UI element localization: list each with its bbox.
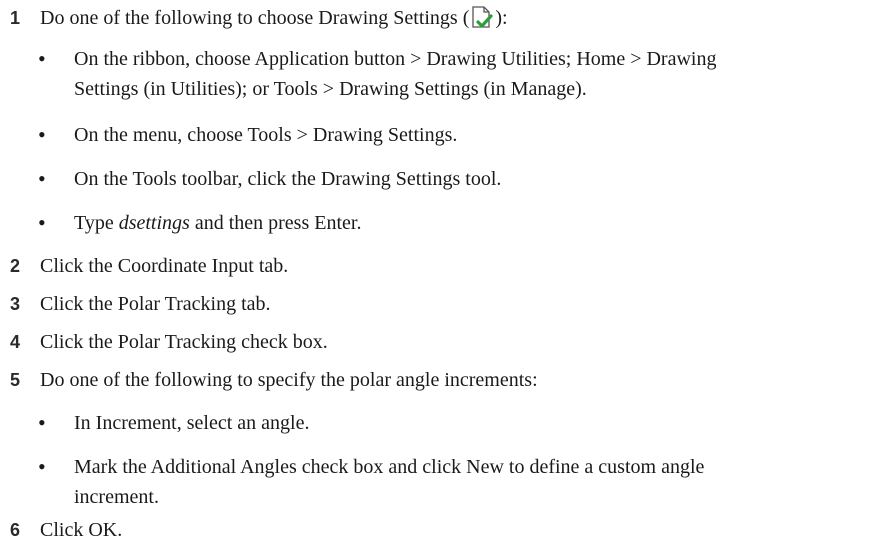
bullet-line: increment. — [74, 486, 159, 508]
bullet-dot: • — [38, 454, 46, 479]
step-text: Click the Polar Tracking check box. — [40, 331, 328, 353]
bullet-text: Mark the Additional Angles check box and… — [74, 452, 874, 512]
step-number: 4 — [10, 332, 21, 352]
bullet-line: On the ribbon, choose Application button… — [74, 48, 717, 70]
bullet-dot: • — [38, 46, 46, 71]
step-text: Do one of the following to specify the p… — [40, 369, 538, 391]
bullet-line: On the Tools toolbar, click the Drawing … — [74, 168, 502, 190]
bullet-text: On the Tools toolbar, click the Drawing … — [74, 164, 874, 194]
step-text: Do one of the following to choose Drawin… — [40, 2, 508, 34]
bullet-dot: • — [38, 166, 46, 191]
step-text: Click the Coordinate Input tab. — [40, 255, 289, 277]
step-number: 1 — [10, 8, 21, 28]
bullet-line: Mark the Additional Angles check box and… — [74, 456, 705, 478]
command-name: dsettings — [118, 212, 190, 234]
step-number: 2 — [10, 256, 21, 276]
bullet-line: Type dsettings and then press Enter. — [74, 208, 874, 238]
bullet-prefix: Type — [74, 212, 119, 234]
bullet-dot: • — [38, 210, 46, 235]
step-text-after-icon: ): — [495, 7, 508, 29]
bullet-text: In Increment, select an angle. — [74, 408, 874, 438]
step-text: Click the Polar Tracking tab. — [40, 293, 271, 315]
bullet-suffix: and then press Enter. — [189, 212, 362, 234]
drawing-settings-icon — [470, 5, 494, 31]
step-number: 6 — [10, 520, 21, 540]
instruction-document: 1 Do one of the following to choose Draw… — [0, 0, 886, 552]
bullet-dot: • — [38, 122, 46, 147]
bullet-dot: • — [38, 410, 46, 435]
bullet-line: In Increment, select an angle. — [74, 412, 310, 434]
step-text: Click OK. — [40, 519, 123, 541]
bullet-line: Settings (in Utilities); or Tools > Draw… — [74, 78, 587, 100]
bullet-text: On the menu, choose Tools > Drawing Sett… — [74, 120, 874, 150]
bullet-text: Type dsettings and then press Enter. — [74, 208, 874, 238]
bullet-line: On the menu, choose Tools > Drawing Sett… — [74, 124, 458, 146]
bullet-text: On the ribbon, choose Application button… — [74, 44, 874, 104]
step-number: 5 — [10, 370, 21, 390]
step-number: 3 — [10, 294, 21, 314]
step-text-before-icon: Do one of the following to choose Drawin… — [40, 7, 470, 29]
